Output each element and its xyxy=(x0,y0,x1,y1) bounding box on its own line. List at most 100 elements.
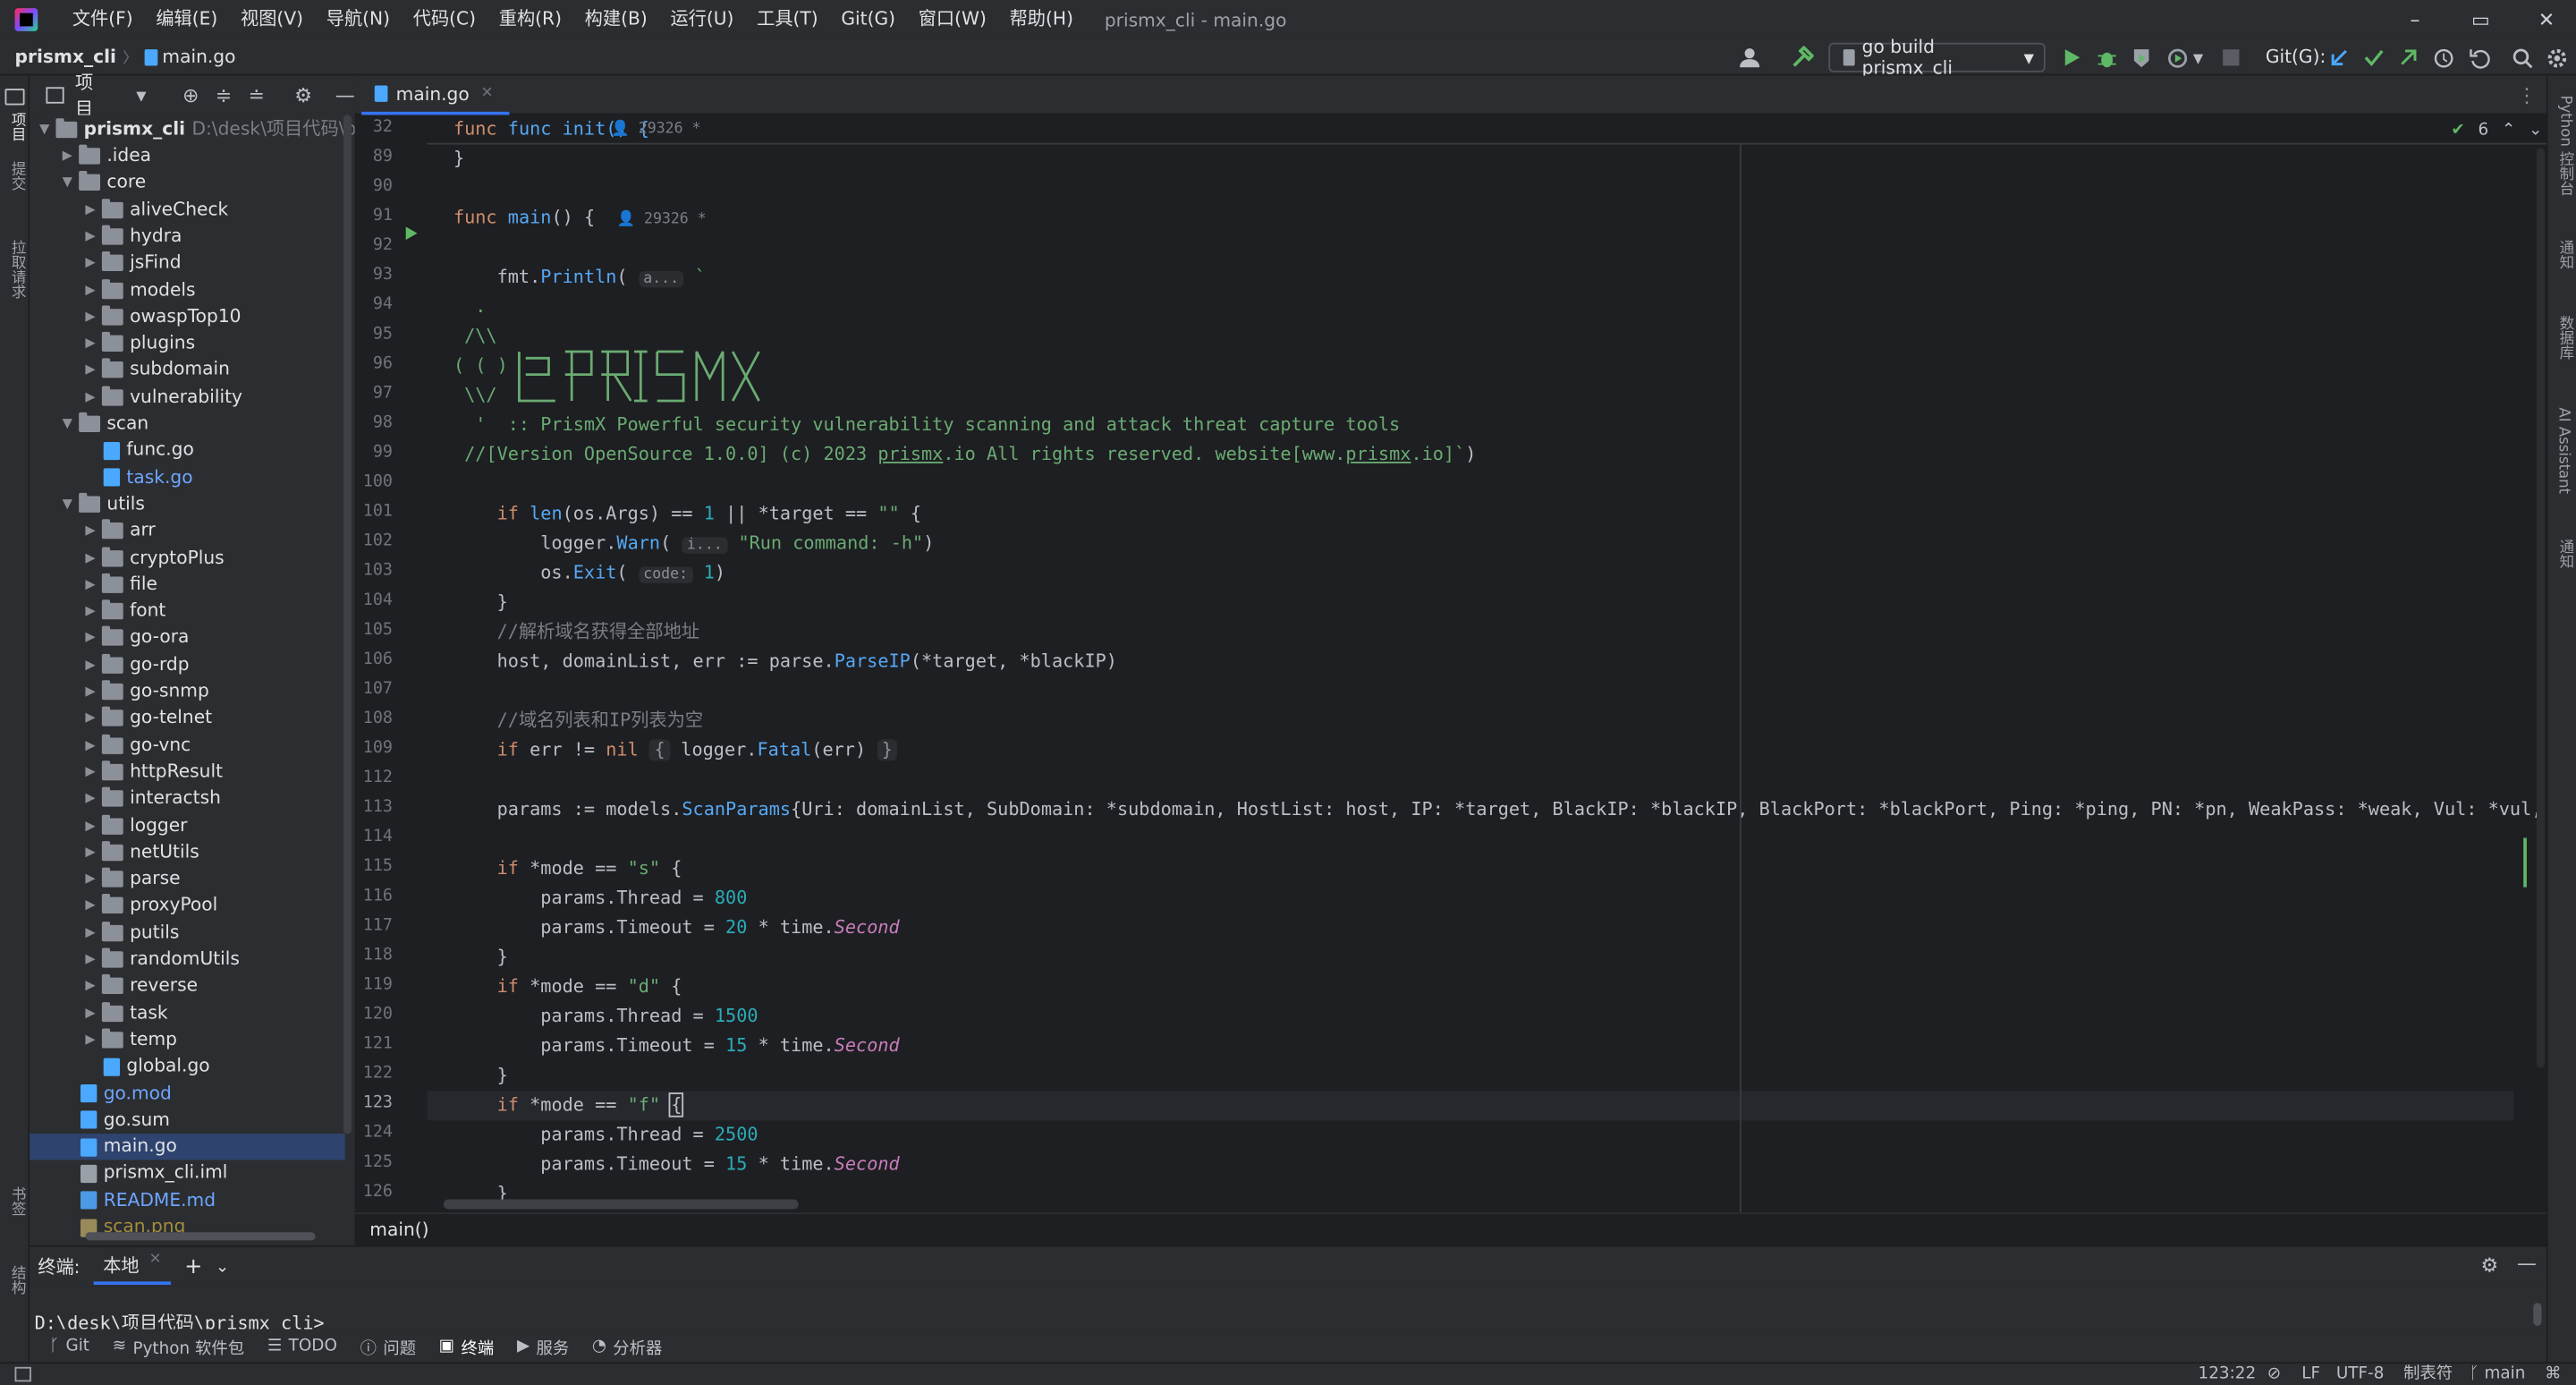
rollback-icon[interactable] xyxy=(2466,45,2492,71)
collapse-all-icon[interactable]: ≐ xyxy=(249,84,265,107)
left-strip-project[interactable]: 项目 xyxy=(6,112,28,141)
tree-item-cryptoplus[interactable]: ▶ cryptoPlus xyxy=(30,545,345,571)
line-separator[interactable]: LF xyxy=(2301,1364,2320,1385)
tree-item-go-snmp[interactable]: ▶ go-snmp xyxy=(30,678,345,704)
code-line[interactable]: params.Thread = 1500 xyxy=(453,1002,758,1032)
tree-item-alivecheck[interactable]: ▶ aliveCheck xyxy=(30,197,345,223)
git-update-icon[interactable] xyxy=(2326,45,2352,71)
run-configuration-select[interactable]: go build prismx_cli ▼ xyxy=(1828,36,2046,79)
chevron-right-icon[interactable]: ▶ xyxy=(82,330,98,356)
chevron-right-icon[interactable]: ▶ xyxy=(82,678,98,704)
tree-item-parse[interactable]: ▶ parse xyxy=(30,866,345,892)
chevron-right-icon[interactable]: ▶ xyxy=(82,732,98,758)
tree-item-putils[interactable]: ▶ putils xyxy=(30,920,345,946)
close-tab-icon[interactable]: ✕ xyxy=(149,1252,162,1278)
code-line[interactable]: //解析域名获得全部地址 xyxy=(453,617,699,647)
menu-item-3[interactable]: 导航(N) xyxy=(315,0,402,39)
menu-item-4[interactable]: 代码(C) xyxy=(402,0,487,39)
tree-item--idea[interactable]: ▶ .idea xyxy=(30,143,345,169)
tree-item-proxypool[interactable]: ▶ proxyPool xyxy=(30,893,345,919)
chevron-right-icon[interactable]: ▶ xyxy=(59,143,75,169)
code-line[interactable]: } xyxy=(453,145,464,174)
git-branch[interactable]: ᚴ main xyxy=(2470,1364,2526,1385)
tree-item-go-mod[interactable]: go.mod xyxy=(30,1080,345,1106)
chevron-right-icon[interactable]: ▶ xyxy=(82,599,98,625)
tree-item-func-go[interactable]: func.go xyxy=(30,438,345,463)
cursor-position[interactable]: 123:22 xyxy=(2199,1364,2257,1385)
expand-all-icon[interactable]: ≑ xyxy=(216,84,232,107)
sticky-scroll-header[interactable]: func func init() { 👤 29326 * xyxy=(427,115,2546,145)
menu-item-11[interactable]: 帮助(H) xyxy=(998,0,1085,39)
run-icon[interactable] xyxy=(2058,45,2084,71)
chevron-right-icon[interactable]: ▶ xyxy=(82,705,98,731)
hide-panel-icon[interactable]: — xyxy=(335,84,355,107)
tree-item-global-go[interactable]: global.go xyxy=(30,1053,345,1079)
breadcrumb-function[interactable]: main() xyxy=(369,1219,428,1241)
left-strip-commit[interactable]: 提交 xyxy=(6,161,28,191)
tool-tab-6[interactable]: ◔ 分析器 xyxy=(582,1333,673,1358)
code-line[interactable]: params.Timeout = 20 * time.Second xyxy=(453,913,899,943)
tree-item-vulnerability[interactable]: ▶ vulnerability xyxy=(30,384,345,410)
project-tool-icon[interactable] xyxy=(4,89,25,106)
tree-item-netutils[interactable]: ▶ netUtils xyxy=(30,839,345,865)
terminal-settings-gear-icon[interactable]: ⚙ xyxy=(2480,1253,2498,1277)
tool-tab-4[interactable]: ▣ 终端 xyxy=(429,1333,504,1358)
chevron-right-icon[interactable]: ▶ xyxy=(82,224,98,250)
code-line[interactable]: //[Version OpenSource 1.0.0] (c) 2023 pr… xyxy=(453,440,1477,470)
locate-file-icon[interactable]: ⊕ xyxy=(182,84,199,107)
chevron-down-icon[interactable]: ▼ xyxy=(59,491,75,517)
restore-button[interactable]: ▭ xyxy=(2451,0,2510,39)
memory-indicator-icon[interactable]: ⌘ xyxy=(2545,1364,2561,1385)
tree-item-utils[interactable]: ▼ utils xyxy=(30,491,345,517)
chevron-right-icon[interactable]: ▶ xyxy=(82,651,98,677)
code-line[interactable]: //域名列表和IP列表为空 xyxy=(453,707,704,736)
tree-item-readme-md[interactable]: README.md xyxy=(30,1187,345,1213)
code-line[interactable]: params.Timeout = 15 * time.Second xyxy=(453,1032,899,1061)
chevron-right-icon[interactable]: ▶ xyxy=(82,893,98,919)
user-icon[interactable] xyxy=(1736,45,1762,71)
tree-horizontal-scrollbar[interactable] xyxy=(85,1232,316,1241)
right-strip-alerts[interactable]: 通知 xyxy=(2555,539,2576,568)
code-line[interactable]: if *mode == "f" { xyxy=(427,1091,2514,1121)
code-line[interactable]: func main() { 👤 29326 * xyxy=(453,204,707,234)
tree-item-subdomain[interactable]: ▶ subdomain xyxy=(30,357,345,383)
tool-tab-2[interactable]: ☰ TODO xyxy=(258,1337,347,1355)
tree-item-randomutils[interactable]: ▶ randomUtils xyxy=(30,947,345,973)
more-tabs-icon[interactable]: ⋮ xyxy=(2517,84,2537,107)
hide-terminal-icon[interactable]: — xyxy=(2517,1252,2537,1275)
chevron-right-icon[interactable]: ▶ xyxy=(82,518,98,544)
breadcrumb-project[interactable]: prismx_cli xyxy=(0,46,123,67)
tree-item-task[interactable]: ▶ task xyxy=(30,1000,345,1026)
chevron-right-icon[interactable]: ▶ xyxy=(82,545,98,571)
menu-item-1[interactable]: 编辑(E) xyxy=(144,0,229,39)
code-line[interactable]: if err != nil { logger.Fatal(err) } xyxy=(453,736,898,766)
tree-item-models[interactable]: ▶ models xyxy=(30,276,345,302)
run-gutter-icon[interactable] xyxy=(405,226,418,241)
tree-vertical-scrollbar[interactable] xyxy=(343,115,352,1134)
panel-settings-gear-icon[interactable]: ⚙ xyxy=(294,84,312,107)
build-hammer-icon[interactable] xyxy=(1789,45,1815,71)
inspection-widget[interactable]: ✔ 6 ⌃ ⌄ xyxy=(2451,122,2542,140)
stop-icon[interactable] xyxy=(2218,45,2244,71)
code-line[interactable]: logger.Warn( i... "Run command: -h") xyxy=(453,529,934,558)
minimize-button[interactable]: – xyxy=(2385,0,2445,39)
tree-item-go-vnc[interactable]: ▶ go-vnc xyxy=(30,732,345,758)
code-line[interactable]: if len(os.Args) == 1 || *target == "" { xyxy=(453,499,921,529)
menu-item-7[interactable]: 运行(U) xyxy=(659,0,746,39)
tree-item-hydra[interactable]: ▶ hydra xyxy=(30,224,345,250)
readonly-lock-icon[interactable]: ⊘ xyxy=(2267,1364,2281,1385)
right-strip-ai-assistant[interactable]: AI Assistant xyxy=(2555,407,2571,494)
code-line[interactable]: if *mode == "d" { xyxy=(453,973,682,1002)
search-icon[interactable] xyxy=(2509,45,2535,71)
chevron-down-icon[interactable]: ⌄ xyxy=(216,1258,229,1276)
code-line[interactable]: ' :: PrismX Powerful security vulnerabil… xyxy=(453,411,1400,440)
editor-vertical-scrollbar[interactable] xyxy=(2536,148,2546,1068)
code-line[interactable]: \\/ xyxy=(453,381,497,411)
menu-item-10[interactable]: 窗口(W) xyxy=(907,0,998,39)
code-line[interactable]: params := models.ScanParams{Uri: domainL… xyxy=(453,795,2546,825)
close-tab-icon[interactable]: ✕ xyxy=(481,85,494,101)
code-line[interactable]: ( ( ) xyxy=(453,352,508,381)
chevron-right-icon[interactable]: ▶ xyxy=(82,973,98,999)
chevron-right-icon[interactable]: ▶ xyxy=(82,357,98,383)
left-strip-bookmarks[interactable]: 书签 xyxy=(6,1186,28,1216)
